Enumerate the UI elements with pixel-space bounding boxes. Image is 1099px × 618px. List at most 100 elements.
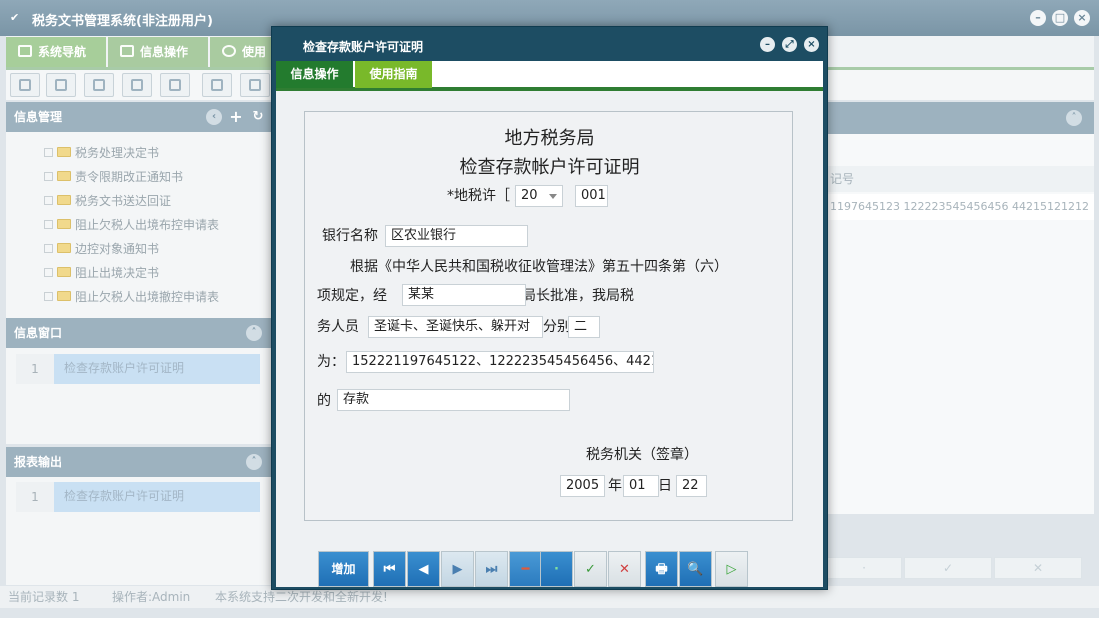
bank-name-field[interactable]: 区农业银行 <box>385 225 528 247</box>
dot-icon: · <box>554 562 559 577</box>
org-line: 地方税务局 <box>504 128 595 149</box>
collapse-up-icon[interactable]: ˄ <box>246 454 262 470</box>
divide-field[interactable]: 二 <box>568 316 600 338</box>
edit-button[interactable]: · <box>540 551 573 587</box>
close-icon[interactable]: × <box>1074 10 1090 26</box>
monitor-icon <box>18 45 32 57</box>
day-label: 日 <box>658 478 672 494</box>
record-count: 当前记录数 1 <box>8 590 80 604</box>
tree-item[interactable]: 税务文书送达回证 <box>44 191 171 211</box>
date-day-field[interactable]: 22 <box>676 475 707 497</box>
delete-button[interactable]: ━ <box>509 551 542 587</box>
preview-button[interactable]: 🔍 <box>679 551 712 587</box>
info-mgmt-header: 信息管理 ‹ + ↻ <box>6 102 271 132</box>
bg-button[interactable]: · <box>826 557 902 579</box>
bg-cancel-button[interactable]: ✕ <box>994 557 1082 579</box>
run-button[interactable]: ▷ <box>715 551 748 587</box>
permit-year-value: 20 <box>521 188 538 203</box>
list-tool-button[interactable] <box>84 73 114 97</box>
collapse-up-icon[interactable]: ˄ <box>246 325 262 341</box>
tab-label: 使用 <box>242 45 267 59</box>
deposit-type-field[interactable]: 存款 <box>337 389 570 411</box>
expand-icon[interactable] <box>44 268 53 277</box>
add-button[interactable]: 增加 <box>318 551 369 587</box>
tree-item-label: 阻止出境决定书 <box>75 266 160 280</box>
tree-item-label: 税务处理决定书 <box>75 146 160 160</box>
collapse-up-icon[interactable]: ˄ <box>1066 110 1082 126</box>
maximize-icon[interactable]: ⤢ <box>782 37 797 52</box>
bg-confirm-button[interactable]: ✓ <box>904 557 992 579</box>
tree-item[interactable]: 税务处理决定书 <box>44 143 159 163</box>
date-month-field[interactable]: 01 <box>623 475 659 497</box>
date-year-field[interactable]: 2005 <box>560 475 605 497</box>
refresh-icon[interactable]: ↻ <box>250 109 266 125</box>
permit-number-field[interactable]: 001 <box>575 185 608 207</box>
list-item[interactable]: 1 检查存款账户许可证明 <box>16 354 260 384</box>
add-icon[interactable]: + <box>228 109 244 125</box>
next-record-button[interactable]: ▶ <box>441 551 474 587</box>
tree-item-label: 边控对象通知书 <box>75 242 160 256</box>
tab-info-ops[interactable]: 信息操作 <box>108 37 208 67</box>
doc-title: 检查存款帐户许可证明 <box>459 157 640 178</box>
expand-icon[interactable] <box>44 292 53 301</box>
help-icon <box>222 45 236 57</box>
account-numbers-field[interactable]: 152221197645122、122223545456456、44215121 <box>346 351 654 373</box>
expand-icon[interactable] <box>44 220 53 229</box>
row-index: 1 <box>16 482 54 512</box>
sign-label: 税务机关（签章） <box>586 447 698 463</box>
grid-header: ˄ <box>826 102 1094 134</box>
app-logo-icon: ✔ <box>10 11 20 24</box>
permit-dialog: 检查存款账户许可证明 – ⤢ × 信息操作 使用指南 地方税务局 检查存款帐户许… <box>271 26 828 590</box>
tab-guide[interactable]: 使用 <box>210 37 280 67</box>
maximize-icon[interactable]: □ <box>1052 10 1068 26</box>
approve-suffix: 局长批准，我局税 <box>522 288 634 304</box>
list-item[interactable]: 1 检查存款账户许可证明 <box>16 482 260 512</box>
folder-icon <box>57 219 71 229</box>
export-tool-button[interactable] <box>202 73 232 97</box>
tree-item[interactable]: 阻止出境决定书 <box>44 263 159 283</box>
tree-item[interactable]: 责令限期改正通知书 <box>44 167 183 187</box>
cancel-button[interactable]: ✕ <box>608 551 641 587</box>
last-record-button[interactable]: ⏭ <box>475 551 508 587</box>
search-tool-button[interactable] <box>10 73 40 97</box>
approver-field[interactable]: 某某 <box>402 284 526 306</box>
tab-info-ops[interactable]: 信息操作 <box>276 61 353 88</box>
tree-item[interactable]: 边控对象通知书 <box>44 239 159 259</box>
info-window-header: 信息窗口 ˄ <box>6 318 271 348</box>
close-icon[interactable]: × <box>804 37 819 52</box>
approve-prefix: 项规定，经 <box>317 288 387 304</box>
minimize-icon[interactable]: – <box>760 37 775 52</box>
expand-icon[interactable] <box>44 172 53 181</box>
expand-icon[interactable] <box>44 148 53 157</box>
staff-label: 务人员 <box>317 319 359 335</box>
folder-icon <box>57 243 71 253</box>
tab-system-nav[interactable]: 系统导航 <box>6 37 106 67</box>
expand-icon[interactable] <box>44 244 53 253</box>
of-label: 的 <box>317 393 331 409</box>
staff-names-field[interactable]: 圣诞卡、圣诞快乐、躲开对 <box>368 316 543 338</box>
tree-item[interactable]: 阻止欠税人出境布控申请表 <box>44 215 219 235</box>
folder-icon <box>57 171 71 181</box>
window-tool-button[interactable] <box>160 73 190 97</box>
save-button[interactable]: ✓ <box>574 551 607 587</box>
first-record-button[interactable]: ⏮ <box>373 551 406 587</box>
preview-icon: 🔍 <box>687 562 704 577</box>
user-tool-button[interactable] <box>122 73 152 97</box>
collapse-left-icon[interactable]: ‹ <box>206 109 222 125</box>
document-icon <box>55 79 67 91</box>
permit-year-select[interactable]: 20 <box>515 185 563 207</box>
tab-user-guide[interactable]: 使用指南 <box>355 61 432 88</box>
tree-item[interactable]: 阻止欠税人出境撤控申请表 <box>44 287 219 307</box>
prev-record-button[interactable]: ◀ <box>407 551 440 587</box>
print-icon <box>249 79 261 91</box>
folder-icon <box>57 147 71 157</box>
grid-cell[interactable]: 1197645123 122223545456456 44215121212 <box>818 194 1094 220</box>
print-button[interactable]: 🖶 <box>645 551 678 587</box>
expand-icon[interactable] <box>44 196 53 205</box>
minimize-icon[interactable]: – <box>1030 10 1046 26</box>
grid-column-header: 记号 <box>818 166 1094 192</box>
print-tool-button[interactable] <box>240 73 270 97</box>
folder-icon <box>57 267 71 277</box>
operator: 操作者:Admin <box>112 590 191 604</box>
doc-tool-button[interactable] <box>46 73 76 97</box>
